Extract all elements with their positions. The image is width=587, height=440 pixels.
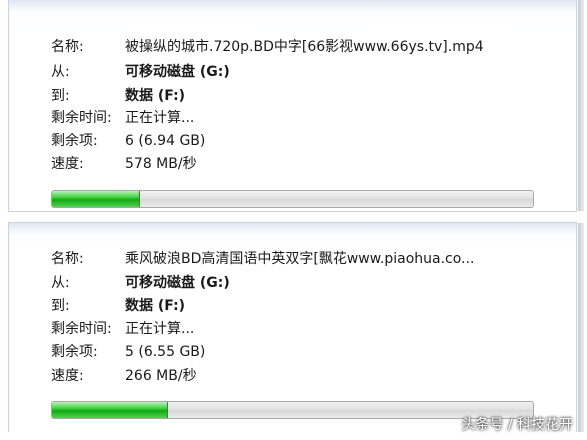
time-remaining-value: 正在计算... — [125, 321, 195, 337]
items-remaining-row: 剩余项: 5 (6.55 GB) — [51, 341, 205, 363]
copy-dialog-2: 名称: 乘风破浪BD高清国语中英双字[飘花www.piaohua.co... 从:… — [8, 222, 584, 432]
time-remaining-row: 剩余时间: 正在计算... — [51, 318, 194, 340]
speed-row: 速度: 578 MB/秒 — [51, 153, 197, 175]
destination-drive-link[interactable]: 数据 (F:) — [125, 295, 185, 317]
speed-value: 266 MB/秒 — [125, 368, 197, 384]
progress-bar — [51, 190, 534, 208]
speed-label: 速度: — [51, 368, 84, 384]
speed-row: 速度: 266 MB/秒 — [51, 365, 197, 387]
destination-drive-link[interactable]: 数据 (F:) — [125, 85, 185, 107]
window-edge — [578, 223, 584, 432]
time-remaining-label: 剩余时间: — [51, 110, 112, 126]
items-remaining-value: 5 (6.55 GB) — [125, 344, 206, 360]
from-label: 从: — [51, 64, 70, 80]
to-label: 到: — [51, 298, 70, 314]
to-label: 到: — [51, 88, 70, 104]
time-remaining-value: 正在计算... — [125, 110, 195, 126]
window-edge — [578, 0, 584, 211]
items-remaining-row: 剩余项: 6 (6.94 GB) — [51, 130, 205, 152]
items-remaining-label: 剩余项: — [51, 133, 98, 149]
from-row: 从: 可移动磁盘 (G:) — [51, 61, 230, 83]
copy-dialog-1: 名称: 被操纵的城市.720p.BD中字[66影视www.66ys.tv].mp4… — [8, 0, 584, 212]
name-row: 名称: 被操纵的城市.720p.BD中字[66影视www.66ys.tv].mp4 — [51, 36, 484, 58]
name-label: 名称: — [51, 251, 84, 267]
items-remaining-value: 6 (6.94 GB) — [125, 133, 206, 149]
to-row: 到: 数据 (F:) — [51, 295, 185, 317]
time-remaining-label: 剩余时间: — [51, 321, 112, 337]
from-label: 从: — [51, 275, 70, 291]
file-name: 乘风破浪BD高清国语中英双字[飘花www.piaohua.co... — [125, 251, 475, 267]
source-drive-link[interactable]: 可移动磁盘 (G:) — [125, 272, 230, 294]
to-row: 到: 数据 (F:) — [51, 85, 185, 107]
progress-bar-fill — [52, 402, 169, 418]
watermark: 头条号 / 科技花开 — [461, 417, 573, 433]
speed-value: 578 MB/秒 — [125, 156, 197, 172]
name-row: 名称: 乘风破浪BD高清国语中英双字[飘花www.piaohua.co... — [51, 248, 474, 270]
items-remaining-label: 剩余项: — [51, 344, 98, 360]
progress-bar-fill — [52, 191, 140, 207]
source-drive-link[interactable]: 可移动磁盘 (G:) — [125, 61, 230, 83]
time-remaining-row: 剩余时间: 正在计算... — [51, 107, 194, 129]
file-name: 被操纵的城市.720p.BD中字[66影视www.66ys.tv].mp4 — [125, 39, 484, 55]
name-label: 名称: — [51, 39, 84, 55]
from-row: 从: 可移动磁盘 (G:) — [51, 272, 230, 294]
speed-label: 速度: — [51, 156, 84, 172]
